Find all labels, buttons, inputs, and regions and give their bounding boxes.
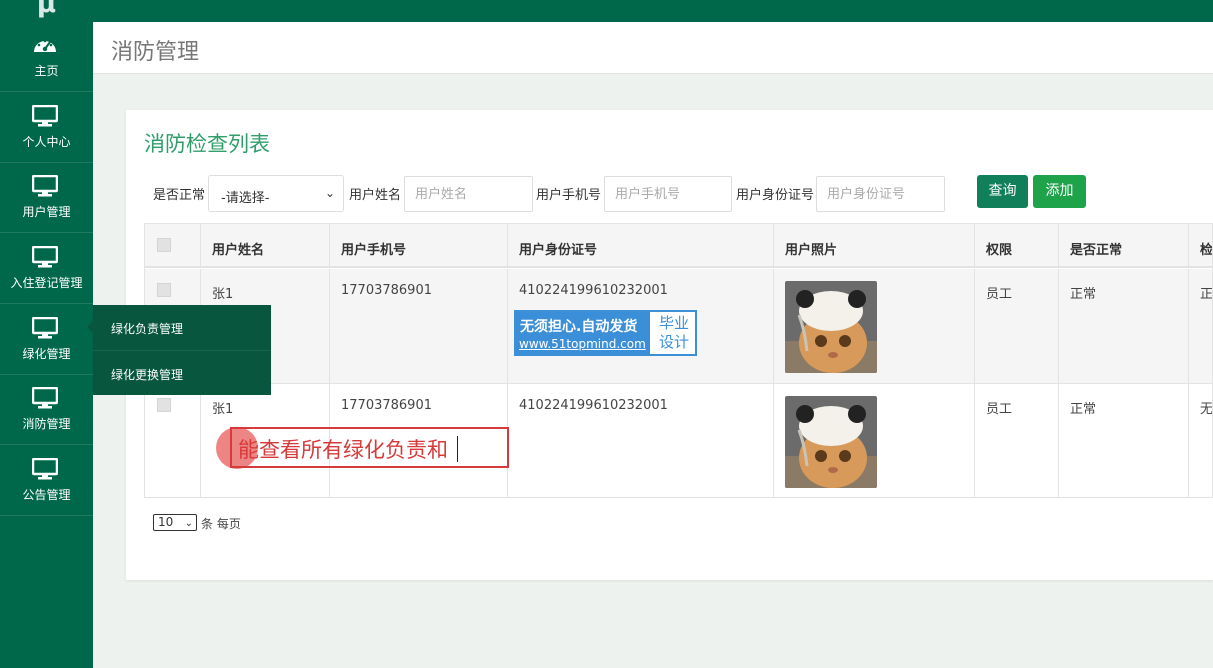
- sidebar-item-label: 入住登记管理: [10, 276, 83, 290]
- annotation-text: 能查看所有绿化负责和: [238, 438, 448, 462]
- name-input[interactable]: [404, 176, 533, 212]
- monitor-icon: [32, 458, 58, 480]
- submenu-item-greening-responsible[interactable]: 绿化负责管理: [93, 305, 271, 350]
- page-size-value: 10: [158, 515, 174, 529]
- name-filter-label: 用户姓名: [349, 188, 402, 203]
- watermark-right: 毕业设计: [658, 314, 689, 351]
- page-size-select[interactable]: 10 ⌄: [153, 514, 197, 531]
- col-header: 用户手机号: [330, 224, 508, 268]
- phone-filter-label: 用户手机号: [536, 188, 602, 203]
- card-title: 消防检查列表: [144, 132, 270, 156]
- sidebar-item-label: 用户管理: [22, 205, 71, 219]
- sidebar-item-notice[interactable]: 公告管理: [0, 446, 93, 516]
- cell-normal: 正常: [1059, 269, 1189, 383]
- cell-id: 410224199610232001: [508, 384, 774, 497]
- normal-select-value: -请选择-: [221, 191, 270, 206]
- cell-normal: 正常: [1059, 384, 1189, 497]
- cell-role: 员工: [975, 269, 1059, 383]
- sidebar-item-home[interactable]: 主页: [0, 22, 93, 92]
- row-checkbox[interactable]: [157, 398, 171, 412]
- monitor-icon: [32, 105, 58, 127]
- monitor-icon: [32, 175, 58, 197]
- id-filter-label: 用户身份证号: [736, 188, 815, 203]
- sidebar-item-greening[interactable]: 绿化管理: [0, 305, 93, 375]
- cell-check: 正: [1200, 287, 1213, 302]
- row-checkbox[interactable]: [157, 283, 171, 297]
- submenu-item-greening-replace[interactable]: 绿化更换管理: [93, 350, 271, 395]
- col-header: 权限: [975, 224, 1059, 268]
- per-page-label: 条 每页: [201, 517, 241, 531]
- col-header: 用户照片: [774, 224, 975, 268]
- user-photo: [785, 396, 877, 488]
- watermark-line1: 无须担心.自动发货: [520, 319, 638, 335]
- sidebar-item-fire[interactable]: 消防管理: [0, 375, 93, 445]
- select-all-checkbox[interactable]: [157, 238, 171, 252]
- phone-input-field[interactable]: [605, 177, 731, 211]
- add-button[interactable]: 添加: [1033, 175, 1086, 208]
- watermark-left: 无须担心.自动发货 www.51topmind.com: [516, 312, 650, 354]
- phone-input[interactable]: [604, 176, 732, 212]
- cell-photo: [774, 384, 975, 497]
- id-input[interactable]: [816, 176, 945, 212]
- page-header: 消防管理: [93, 22, 1213, 74]
- user-photo: [785, 281, 877, 373]
- cell-phone: 17703786901: [330, 269, 508, 383]
- greening-submenu: 绿化负责管理 绿化更换管理: [87, 305, 271, 395]
- sidebar-item-users[interactable]: 用户管理: [0, 163, 93, 233]
- normal-filter-label: 是否正常: [153, 188, 206, 203]
- cell-photo: [774, 269, 975, 383]
- sidebar-item-checkin[interactable]: 入住登记管理: [0, 234, 93, 304]
- top-bar: [93, 0, 1213, 22]
- sidebar-item-label: 公告管理: [22, 488, 71, 502]
- id-input-field[interactable]: [817, 177, 944, 211]
- chevron-down-icon: ⌄: [184, 518, 193, 529]
- query-button[interactable]: 查询: [977, 175, 1028, 208]
- col-header: 用户姓名: [201, 224, 330, 268]
- dashboard-icon: [34, 39, 56, 52]
- normal-select[interactable]: -请选择- ⌄: [208, 175, 344, 212]
- sidebar-item-label: 绿化管理: [22, 347, 71, 361]
- select-all-cell: [145, 224, 201, 268]
- cell-check: 无: [1200, 402, 1213, 417]
- table-header: 用户姓名 用户手机号 用户身份证号 用户照片 权限 是否正常 检: [145, 224, 1212, 268]
- chevron-down-icon: ⌄: [324, 186, 335, 200]
- row-select-cell: [145, 384, 201, 497]
- col-header: 用户身份证号: [508, 224, 774, 268]
- monitor-icon: [32, 317, 58, 339]
- watermark-badge: 无须担心.自动发货 www.51topmind.com 毕业设计: [514, 310, 697, 356]
- watermark-line2: www.51topmind.com: [519, 337, 646, 351]
- col-header: 检: [1200, 243, 1213, 258]
- sidebar-item-label: 个人中心: [22, 135, 71, 149]
- cell-role: 员工: [975, 384, 1059, 497]
- sidebar-item-label: 消防管理: [22, 417, 71, 431]
- monitor-icon: [32, 246, 58, 268]
- annotation-box: 能查看所有绿化负责和: [230, 427, 509, 468]
- page-title: 消防管理: [111, 40, 200, 65]
- text-cursor: [457, 436, 458, 462]
- col-header: 是否正常: [1059, 224, 1189, 268]
- sidebar-item-label: 主页: [34, 64, 59, 78]
- sidebar: μ 主页 个人中心 用户管理 入住登记管理 绿化管理 消防管理 公告管理: [0, 0, 93, 668]
- name-input-field[interactable]: [405, 177, 532, 211]
- logo: μ: [36, 0, 57, 19]
- monitor-icon: [32, 387, 58, 409]
- sidebar-item-personal[interactable]: 个人中心: [0, 93, 93, 163]
